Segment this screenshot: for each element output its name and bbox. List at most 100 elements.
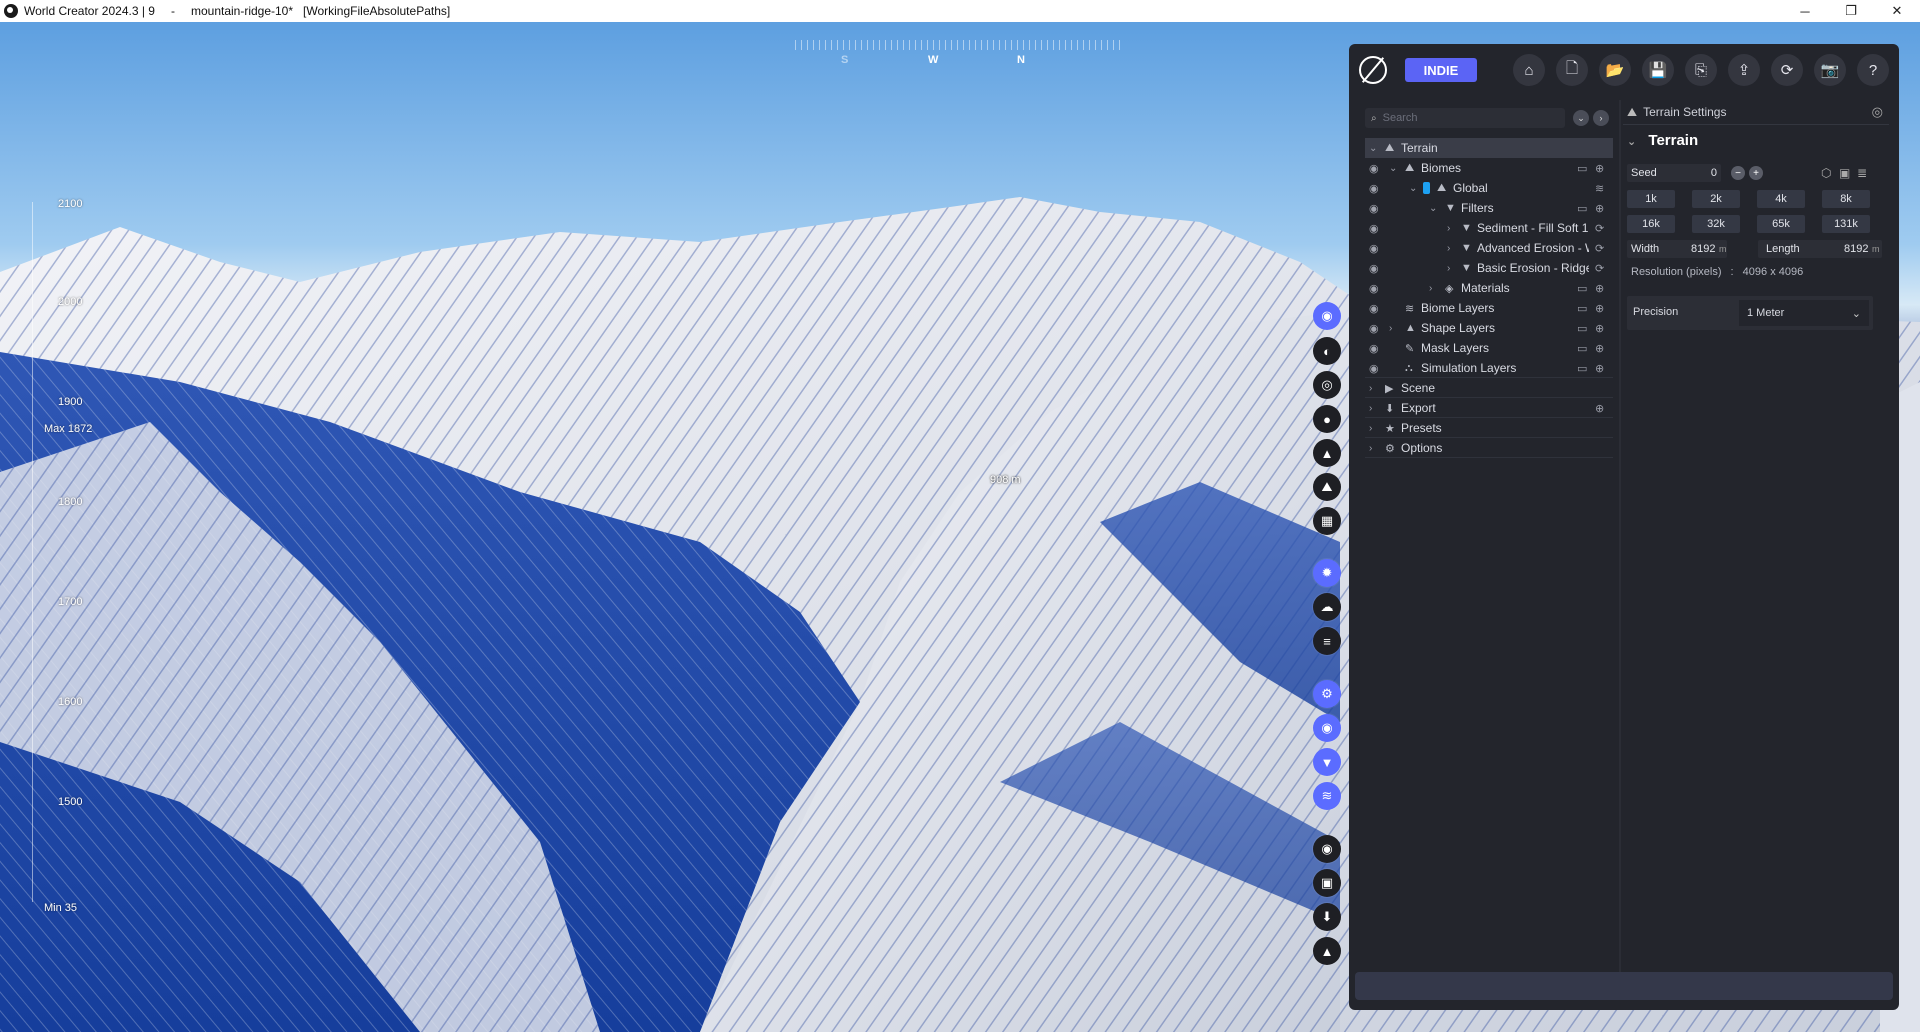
globe-tool-button[interactable]: ◐ bbox=[1313, 337, 1341, 365]
sync-icon[interactable]: ⟳ bbox=[1595, 262, 1604, 275]
chevron-right-icon[interactable]: › bbox=[1447, 263, 1450, 274]
cube-icon[interactable]: ⬡ bbox=[1821, 166, 1831, 180]
layers-icon[interactable]: ≋ bbox=[1595, 182, 1604, 195]
water-tool-button[interactable]: ● bbox=[1313, 405, 1341, 433]
export-button[interactable]: ⇪ bbox=[1728, 54, 1760, 86]
minimize-button[interactable]: ─ bbox=[1782, 0, 1828, 22]
license-badge[interactable]: INDIE bbox=[1405, 58, 1477, 82]
eye-icon[interactable]: ◉ bbox=[1369, 282, 1379, 295]
color-swatch[interactable] bbox=[1423, 182, 1430, 194]
tree-item-biome-layers[interactable]: ◉ ≋ Biome Layers ▭ ⊕ bbox=[1365, 298, 1613, 318]
sun-tool-button[interactable]: ✹ bbox=[1313, 559, 1341, 587]
resolution-1k-button[interactable]: 1k bbox=[1627, 190, 1675, 208]
tree-item-shape-layers[interactable]: ◉ › ▲ Shape Layers ▭ ⊕ bbox=[1365, 318, 1613, 338]
expand-button[interactable]: › bbox=[1593, 110, 1609, 126]
render-tool-button[interactable]: ◉ bbox=[1313, 835, 1341, 863]
chevron-down-icon[interactable]: ⌄ bbox=[1389, 163, 1397, 174]
tree-item-options[interactable]: › ⚙ Options bbox=[1365, 438, 1613, 458]
chevron-down-icon[interactable]: ⌄ bbox=[1627, 136, 1636, 148]
grid-tool-button[interactable]: ▦ bbox=[1313, 507, 1341, 535]
compass-tool-button[interactable]: ◉ bbox=[1313, 302, 1341, 330]
chevron-right-icon[interactable]: › bbox=[1447, 223, 1450, 234]
terrain-shape-tool-button[interactable]: ⛰ bbox=[1313, 473, 1341, 501]
resolution-8k-button[interactable]: 8k bbox=[1822, 190, 1870, 208]
image-tool-button[interactable]: ▣ bbox=[1313, 869, 1341, 897]
folder-icon[interactable]: ▭ bbox=[1577, 342, 1587, 355]
biome-tool-button[interactable]: ◎ bbox=[1313, 371, 1341, 399]
tree-item-terrain[interactable]: ⌄ ⛰ Terrain bbox=[1365, 138, 1613, 158]
new-file-button[interactable]: 🗋 bbox=[1556, 54, 1588, 86]
resolution-65k-button[interactable]: 65k bbox=[1757, 215, 1805, 233]
settings-target-icon[interactable]: ◎ bbox=[1872, 104, 1883, 120]
open-button[interactable]: 📂 bbox=[1599, 54, 1631, 86]
precision-dropdown[interactable]: 1 Meter ⌄ bbox=[1739, 300, 1869, 326]
tree-item-materials[interactable]: ◉ › ◈ Materials ▭ ⊕ bbox=[1365, 278, 1613, 298]
download-tool-button[interactable]: ⬇ bbox=[1313, 903, 1341, 931]
chevron-right-icon[interactable]: › bbox=[1369, 443, 1372, 454]
seed-increment-button[interactable]: + bbox=[1749, 166, 1763, 180]
chevron-right-icon[interactable]: › bbox=[1447, 243, 1450, 254]
resolution-16k-button[interactable]: 16k bbox=[1627, 215, 1675, 233]
add-icon[interactable]: ⊕ bbox=[1595, 322, 1604, 335]
eye-icon[interactable]: ◉ bbox=[1369, 162, 1379, 175]
layers-tool-button[interactable]: ≋ bbox=[1313, 782, 1341, 810]
help-button[interactable]: ? bbox=[1857, 54, 1889, 86]
resolution-4k-button[interactable]: 4k bbox=[1757, 190, 1805, 208]
chevron-down-icon[interactable]: ⌄ bbox=[1429, 203, 1437, 214]
tree-item-filter[interactable]: ◉ › ▼ Sediment - Fill Soft 1 ⟳ bbox=[1365, 218, 1613, 238]
folder-icon[interactable]: ▭ bbox=[1577, 162, 1587, 175]
home-button[interactable]: ⌂ bbox=[1513, 54, 1545, 86]
save-as-button[interactable]: ⎘ bbox=[1685, 54, 1717, 86]
chevron-right-icon[interactable]: › bbox=[1389, 323, 1392, 334]
chevron-down-icon[interactable]: ⌄ bbox=[1369, 143, 1377, 154]
eye-icon[interactable]: ◉ bbox=[1369, 202, 1379, 215]
folder-icon[interactable]: ▭ bbox=[1577, 322, 1587, 335]
folder-icon[interactable]: ▭ bbox=[1577, 282, 1587, 295]
settings-tool-button[interactable]: ⚙ bbox=[1313, 680, 1341, 708]
tree-item-biomes[interactable]: ◉ ⌄ ⛰ Biomes ▭ ⊕ bbox=[1365, 158, 1613, 178]
add-icon[interactable]: ⊕ bbox=[1595, 402, 1604, 415]
fog-tool-button[interactable]: ≡ bbox=[1313, 627, 1341, 655]
resolution-131k-button[interactable]: 131k bbox=[1822, 215, 1870, 233]
tree-item-filter[interactable]: ◉ › ▼ Advanced Erosion - W ⟳ bbox=[1365, 238, 1613, 258]
tree-item-simulation-layers[interactable]: ◉ ⛬ Simulation Layers ▭ ⊕ bbox=[1365, 358, 1613, 378]
tree-item-export[interactable]: › ⬇ Export ⊕ bbox=[1365, 398, 1613, 418]
close-button[interactable]: ✕ bbox=[1874, 0, 1920, 22]
add-icon[interactable]: ⊕ bbox=[1595, 342, 1604, 355]
cloud-tool-button[interactable]: ☁ bbox=[1313, 593, 1341, 621]
sync-icon[interactable]: ⟳ bbox=[1595, 222, 1604, 235]
sync-icon[interactable]: ⟳ bbox=[1595, 242, 1604, 255]
seed-decrement-button[interactable]: − bbox=[1731, 166, 1745, 180]
sync-button[interactable]: ⟳ bbox=[1771, 54, 1803, 86]
filter-tool-button[interactable]: ▼ bbox=[1313, 748, 1341, 776]
panel-splitter[interactable] bbox=[1619, 100, 1621, 980]
folder-icon[interactable]: ▭ bbox=[1577, 202, 1587, 215]
tree-item-scene[interactable]: › ▶ Scene bbox=[1365, 378, 1613, 398]
resolution-32k-button[interactable]: 32k bbox=[1692, 215, 1740, 233]
tree-item-filter[interactable]: ◉ › ▼ Basic Erosion - Ridged ⟳ bbox=[1365, 258, 1613, 278]
tree-item-mask-layers[interactable]: ◉ ✎ Mask Layers ▭ ⊕ bbox=[1365, 338, 1613, 358]
tree-item-filters[interactable]: ◉ ⌄ ▼ Filters ▭ ⊕ bbox=[1365, 198, 1613, 218]
eye-icon[interactable]: ◉ bbox=[1369, 362, 1379, 375]
search-input[interactable]: ⌕ Search bbox=[1365, 108, 1565, 128]
add-icon[interactable]: ⊕ bbox=[1595, 202, 1604, 215]
add-icon[interactable]: ⊕ bbox=[1595, 282, 1604, 295]
chevron-right-icon[interactable]: › bbox=[1369, 423, 1372, 434]
resolution-2k-button[interactable]: 2k bbox=[1692, 190, 1740, 208]
chevron-right-icon[interactable]: › bbox=[1369, 403, 1372, 414]
save-icon[interactable]: ▣ bbox=[1839, 166, 1850, 180]
add-icon[interactable]: ⊕ bbox=[1595, 362, 1604, 375]
settings-section[interactable]: ⌄ Terrain bbox=[1623, 132, 1698, 149]
save-button[interactable]: 💾 bbox=[1642, 54, 1674, 86]
add-icon[interactable]: ⊕ bbox=[1595, 302, 1604, 315]
tree-item-global[interactable]: ◉ ⌄ ⛰ Global ≋ bbox=[1365, 178, 1613, 198]
stats-tool-button[interactable]: ▲ bbox=[1313, 937, 1341, 965]
database-icon[interactable]: ≣ bbox=[1857, 166, 1867, 180]
width-field[interactable]: Width 8192 m bbox=[1627, 240, 1727, 258]
eye-icon[interactable]: ◉ bbox=[1369, 222, 1379, 235]
collapse-all-button[interactable]: ⌄ bbox=[1573, 110, 1589, 126]
screenshot-button[interactable]: 📷 bbox=[1814, 54, 1846, 86]
eye-icon[interactable]: ◉ bbox=[1369, 262, 1379, 275]
chevron-down-icon[interactable]: ⌄ bbox=[1409, 183, 1417, 194]
eye-icon[interactable]: ◉ bbox=[1369, 302, 1379, 315]
